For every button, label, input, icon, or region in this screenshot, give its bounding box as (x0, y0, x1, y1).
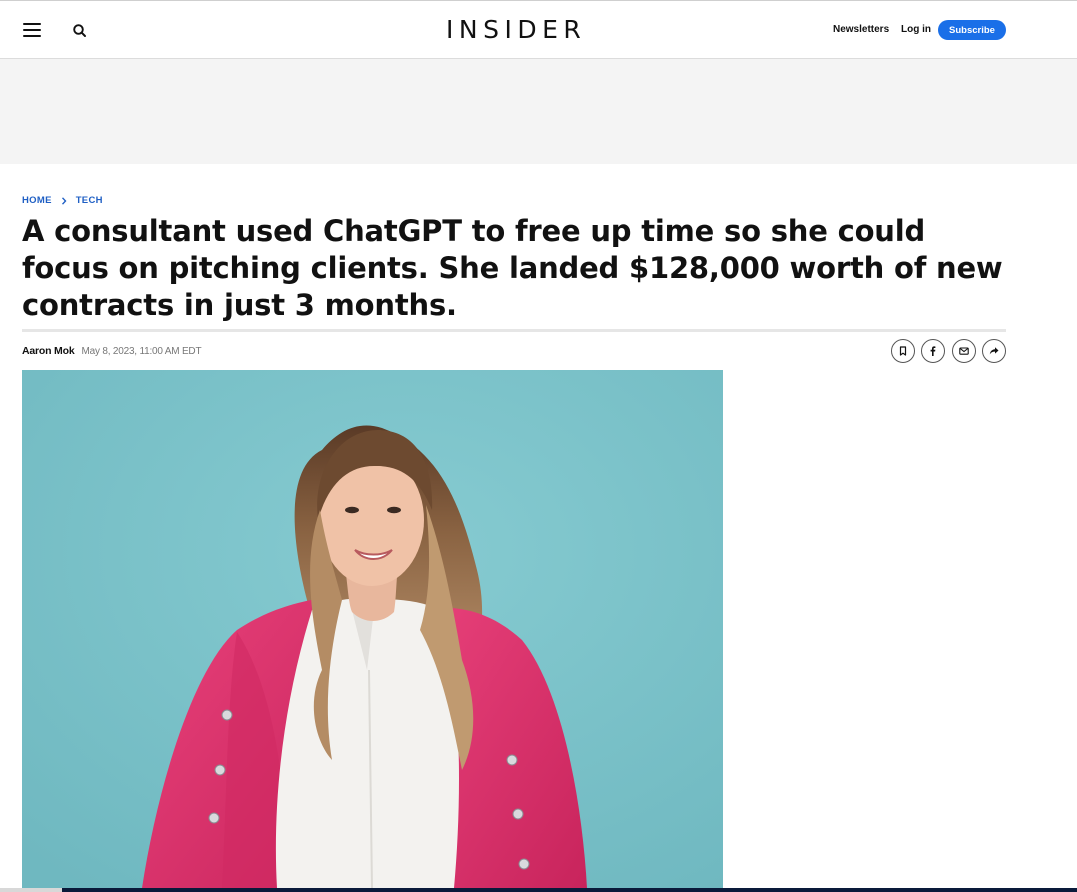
bookmark-icon[interactable] (891, 339, 915, 363)
insider-logo[interactable]: INSIDER (446, 15, 586, 44)
bottom-edge-strip (0, 888, 1077, 892)
headline-divider (22, 329, 1006, 332)
login-link[interactable]: Log in (901, 24, 931, 35)
breadcrumb-tech-link[interactable]: TECH (76, 195, 103, 206)
publish-date: May 8, 2023, 11:00 AM EDT (81, 346, 202, 357)
facebook-icon[interactable] (921, 339, 945, 363)
breadcrumb: HOME TECH (22, 195, 103, 206)
byline: Aaron Mok May 8, 2023, 11:00 AM EDT (22, 345, 202, 357)
breadcrumb-home-link[interactable]: HOME (22, 195, 52, 206)
article-hero-image (22, 370, 723, 888)
hamburger-menu-icon[interactable] (20, 19, 44, 41)
article-headline: A consultant used ChatGPT to free up tim… (22, 214, 1003, 322)
share-forward-icon[interactable] (982, 339, 1006, 363)
author-link[interactable]: Aaron Mok (22, 345, 75, 357)
newsletters-link[interactable]: Newsletters (833, 24, 889, 35)
email-icon[interactable] (952, 339, 976, 363)
chevron-right-icon (60, 196, 68, 206)
search-icon[interactable] (69, 20, 91, 42)
top-navigation-bar: INSIDER Newsletters Log in Subscribe (0, 0, 1077, 59)
advertisement-placeholder (0, 59, 1077, 164)
subscribe-button[interactable]: Subscribe (938, 20, 1006, 40)
